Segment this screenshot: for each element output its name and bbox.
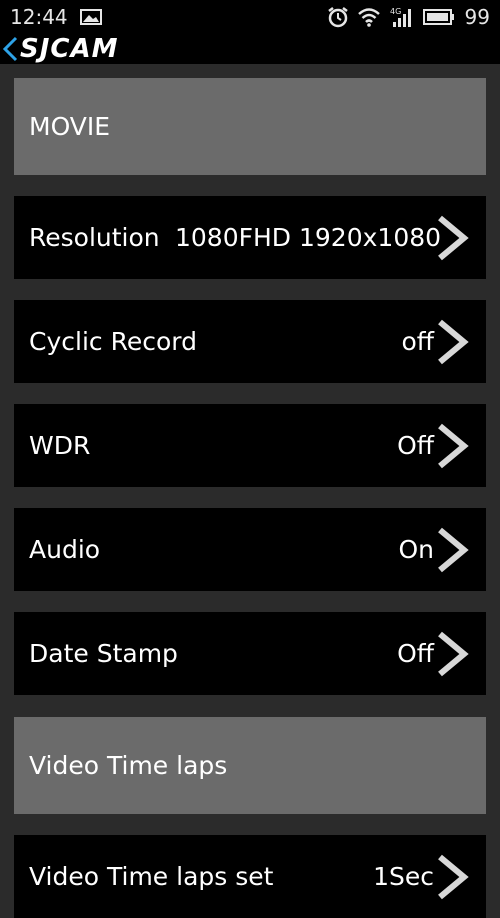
setting-value: On [398,535,434,564]
app-bar: SJCAM [0,34,500,64]
setting-value: 1080FHD 1920x1080 [175,223,442,252]
battery-level: 99 [464,5,490,29]
setting-row-video-time-laps-set[interactable]: Video Time laps set 1Sec [14,835,486,918]
setting-value: Off [397,431,434,460]
chevron-right-icon [438,423,469,469]
setting-value: off [401,327,434,356]
section-header-movie: MOVIE [14,78,486,175]
image-notification-icon [79,9,102,25]
chevron-right-icon [438,215,469,261]
chevron-right-icon [438,631,469,677]
setting-label: Audio [29,535,101,564]
setting-row-audio[interactable]: Audio On [14,508,486,591]
cell-signal-icon: 4G [390,7,411,27]
setting-row-cyclic-record[interactable]: Cyclic Record off [14,300,486,383]
chevron-right-icon [438,854,469,900]
setting-row-date-stamp[interactable]: Date Stamp Off [14,612,486,695]
section-title: Video Time laps [29,751,228,780]
svg-text:4G: 4G [390,7,401,16]
chevron-right-icon [438,527,469,573]
battery-icon [422,9,454,25]
setting-label: Date Stamp [29,639,178,668]
status-time: 12:44 [10,5,68,29]
chevron-right-icon [438,319,469,365]
setting-row-wdr[interactable]: WDR Off [14,404,486,487]
section-title: MOVIE [29,112,111,141]
alarm-icon [327,7,348,28]
setting-label: WDR [29,431,91,460]
setting-label: Resolution [29,223,160,252]
setting-value: 1Sec [373,862,434,891]
setting-label: Video Time laps set [29,862,274,891]
status-bar: 12:44 4G 99 [0,0,500,34]
back-arrow-icon[interactable] [0,34,20,64]
sjcam-logo: SJCAM [20,34,119,64]
setting-label: Cyclic Record [29,327,197,356]
section-header-video-time-laps: Video Time laps [14,717,486,814]
setting-row-resolution[interactable]: Resolution 1080FHD 1920x1080 [14,196,486,279]
wifi-icon [357,8,380,27]
setting-value: Off [397,639,434,668]
